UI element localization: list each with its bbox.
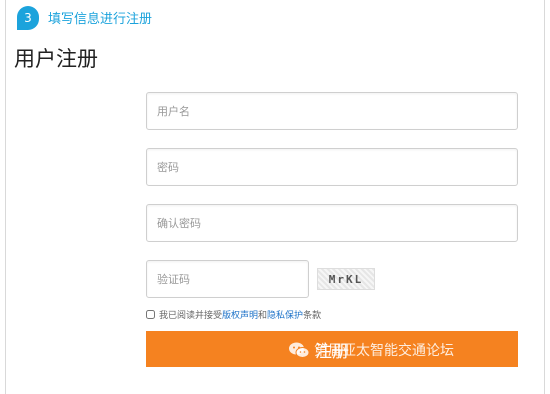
agree-prefix: 我已阅读并接受	[159, 311, 223, 321]
username-input[interactable]	[146, 92, 518, 130]
step-number-badge: 3	[17, 6, 39, 30]
copyright-link[interactable]: 版权声明	[222, 311, 258, 321]
privacy-link[interactable]: 隐私保护	[267, 311, 303, 321]
step-title: 填写信息进行注册	[48, 12, 153, 27]
agreement-row: 我已阅读并接受版权声明和隐私保护条款	[146, 308, 321, 321]
captcha-image[interactable]: MrKL	[317, 268, 375, 290]
register-button[interactable]: 注册	[146, 331, 518, 367]
password-input[interactable]	[146, 148, 518, 186]
agree-checkbox[interactable]	[146, 310, 155, 319]
agree-mid: 和	[258, 311, 268, 321]
page-title: 用户注册	[14, 47, 98, 71]
agree-suffix: 条款	[303, 311, 322, 321]
confirm-password-input[interactable]	[146, 204, 518, 242]
captcha-input[interactable]	[146, 260, 309, 298]
